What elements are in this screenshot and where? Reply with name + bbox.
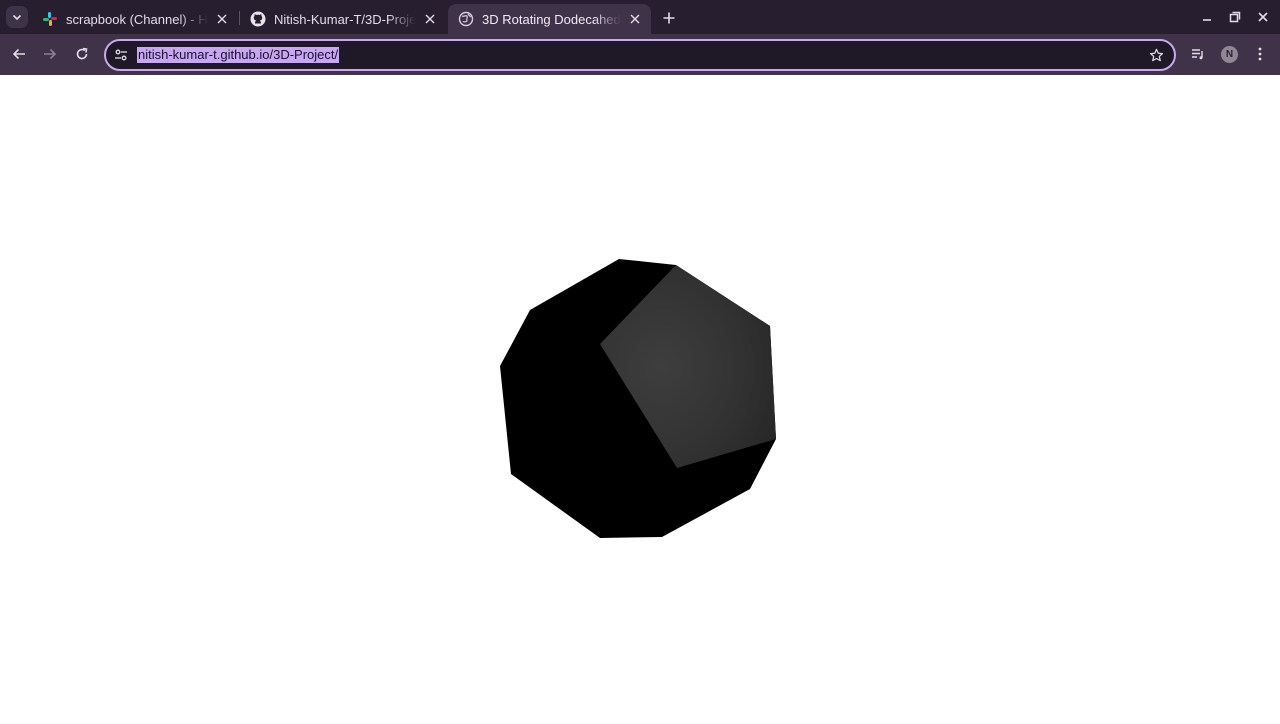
more-menu-button[interactable]: [1250, 44, 1270, 64]
url-text[interactable]: nitish-kumar-t.github.io/3D-Project/: [137, 47, 340, 63]
restore-button[interactable]: [1227, 9, 1243, 25]
tab-title: scrapbook (Channel) - Ha: [66, 11, 208, 27]
minimize-icon: [1203, 19, 1211, 21]
browser-toolbar: nitish-kumar-t.github.io/3D-Project/ N: [0, 34, 1280, 75]
tab-search-button[interactable]: [6, 6, 28, 28]
window-close-button[interactable]: [1255, 9, 1271, 25]
close-icon: [425, 14, 435, 24]
restore-icon: [1229, 11, 1241, 23]
new-tab-button[interactable]: [660, 9, 678, 27]
tab-search-icon: [12, 14, 22, 21]
globe-icon: [458, 11, 474, 27]
new-tab-icon: [663, 12, 675, 24]
site-settings-icon: [115, 49, 127, 61]
more-menu-icon: [1258, 47, 1262, 61]
minimize-button[interactable]: [1199, 9, 1215, 25]
tab-slack-scrapbook[interactable]: scrapbook (Channel) - Ha: [32, 4, 238, 34]
close-icon: [630, 14, 640, 24]
tab-close-button[interactable]: [627, 11, 643, 27]
tab-strip: scrapbook (Channel) - Ha Nitish-Kumar-T/…: [0, 0, 1280, 34]
close-icon: [217, 14, 227, 24]
tab-title: 3D Rotating Dodecahedr: [482, 11, 621, 27]
slack-icon: [43, 12, 57, 26]
media-controls-button[interactable]: [1188, 44, 1208, 64]
github-icon: [250, 11, 266, 27]
tab-title: Nitish-Kumar-T/3D-Proje: [274, 11, 416, 27]
tab-github-repo[interactable]: Nitish-Kumar-T/3D-Proje: [240, 4, 446, 34]
dodecahedron-canvas: [500, 259, 776, 538]
back-icon: [12, 48, 25, 60]
bookmark-star-icon: [1149, 48, 1163, 61]
reload-icon: [76, 47, 88, 60]
back-button[interactable]: [9, 44, 29, 64]
window-close-icon: [1258, 12, 1268, 22]
forward-icon: [44, 48, 57, 60]
page-viewport: [0, 75, 1280, 724]
address-bar[interactable]: nitish-kumar-t.github.io/3D-Project/: [104, 39, 1176, 71]
forward-button[interactable]: [40, 44, 60, 64]
bookmark-button[interactable]: [1148, 47, 1164, 63]
reload-button[interactable]: [72, 44, 92, 64]
tab-close-button[interactable]: [422, 11, 438, 27]
site-settings-button[interactable]: [113, 47, 129, 63]
tab-close-button[interactable]: [214, 11, 230, 27]
profile-avatar[interactable]: N: [1221, 46, 1238, 63]
tab-dodecahedron[interactable]: 3D Rotating Dodecahedr: [448, 4, 651, 34]
media-controls-icon: [1192, 49, 1203, 60]
